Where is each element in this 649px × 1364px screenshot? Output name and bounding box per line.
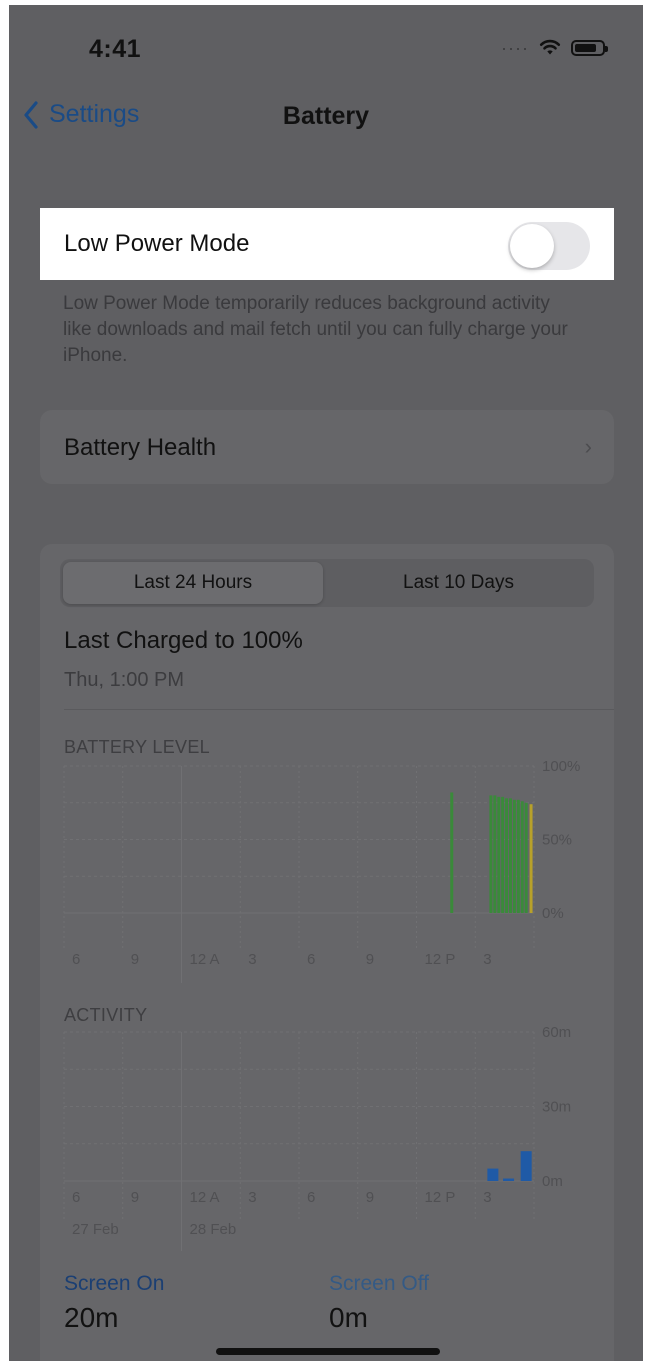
- x-tick-label: 12 P: [425, 951, 456, 968]
- low-power-label: Low Power Mode: [64, 230, 250, 257]
- x-tick-label: 9: [366, 1189, 374, 1206]
- chart-bar: [520, 801, 524, 913]
- x-tick-label: 12 A: [190, 951, 220, 968]
- low-power-description: Low Power Mode temporarily reduces backg…: [63, 293, 568, 366]
- chart-bar: [529, 804, 533, 913]
- chart-bar: [505, 798, 509, 913]
- status-icons: ····: [501, 37, 608, 58]
- toggle-knob: [510, 224, 554, 268]
- screen-on-label: Screen On: [64, 1272, 165, 1295]
- status-time: 4:41: [89, 35, 142, 63]
- battery-health-row[interactable]: Battery Health ›: [40, 410, 614, 484]
- chart-bar: [524, 802, 528, 913]
- phone-screen: 4:41 ···· Settings Battery Low Power Mod…: [9, 5, 643, 1361]
- x-tick-label: 9: [131, 1189, 139, 1206]
- date-label: 28 Feb: [190, 1221, 237, 1238]
- x-tick-label: 3: [483, 951, 491, 968]
- x-tick-label: 9: [131, 951, 139, 968]
- chart-bar: [520, 1151, 532, 1181]
- x-tick-label: 6: [307, 951, 315, 968]
- y-tick-label: 50%: [542, 832, 572, 849]
- x-tick-label: 3: [483, 1189, 491, 1206]
- screen-off-label: Screen Off: [329, 1272, 429, 1295]
- chart-bar: [493, 795, 497, 913]
- screen-on-value: 20m: [64, 1302, 119, 1333]
- home-indicator: [216, 1348, 440, 1355]
- low-power-row[interactable]: Low Power Mode: [40, 208, 614, 280]
- x-tick-label: 3: [248, 1189, 256, 1206]
- low-power-toggle[interactable]: [508, 222, 590, 270]
- battery-icon: [571, 39, 608, 56]
- y-tick-label: 0m: [542, 1173, 563, 1190]
- y-tick-label: 100%: [542, 758, 580, 775]
- chart-bar: [450, 792, 454, 913]
- x-tick-label: 6: [307, 1189, 315, 1206]
- usage-card: Last 24 Hours Last 10 Days Last Charged …: [40, 544, 614, 1361]
- x-tick-label: 9: [366, 951, 374, 968]
- x-tick-label: 3: [248, 951, 256, 968]
- battery-health-label: Battery Health: [64, 434, 217, 461]
- y-tick-label: 0%: [542, 905, 564, 922]
- x-tick-label: 12 P: [425, 1189, 456, 1206]
- x-tick-label: 12 A: [190, 1189, 220, 1206]
- date-label: 27 Feb: [72, 1221, 119, 1238]
- chart-bar: [512, 799, 516, 913]
- chart-bar: [497, 796, 501, 913]
- chart-bar: [516, 799, 520, 913]
- signal-icon: ····: [501, 37, 529, 58]
- y-tick-label: 30m: [542, 1099, 571, 1116]
- chart-bar: [501, 796, 505, 913]
- x-tick-label: 6: [72, 951, 80, 968]
- chart-bar: [509, 798, 512, 913]
- x-tick-label: 6: [72, 1189, 80, 1206]
- chart-bar: [487, 1168, 499, 1181]
- wifi-icon: [539, 39, 561, 55]
- chart-bar: [489, 795, 493, 913]
- page-title: Battery: [282, 102, 370, 130]
- chevron-right-icon: ›: [584, 434, 592, 459]
- screen-off-value: 0m: [329, 1302, 368, 1333]
- y-tick-label: 60m: [542, 1024, 571, 1041]
- usage-charts: 100% 50% 0% 6 9 12 A 3 6 9 12 P 3 60m 30m 0m 6 9 12 A 3 6 9…: [63, 758, 580, 1251]
- chart-bar: [503, 1178, 515, 1181]
